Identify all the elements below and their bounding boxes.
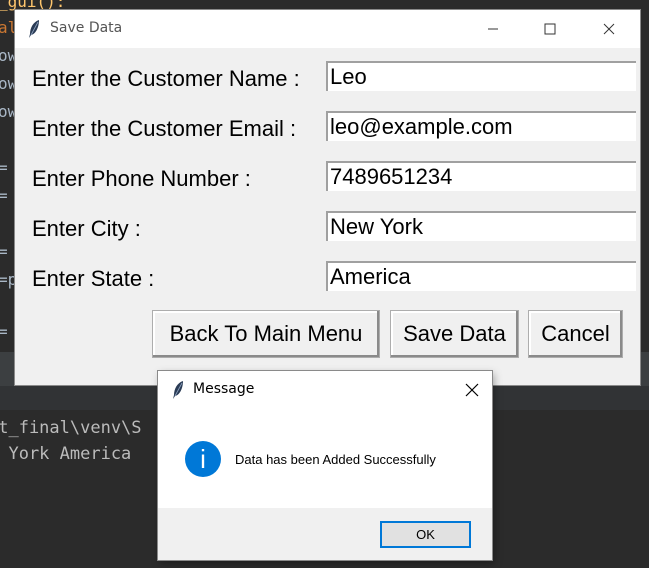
close-icon [603, 23, 615, 35]
maximize-button[interactable] [527, 10, 573, 48]
city-label: Enter City : [32, 216, 141, 241]
close-button[interactable] [586, 10, 632, 48]
code-line: = [0, 242, 8, 261]
close-icon [465, 383, 479, 397]
dialog-message: Data has been Added Successfully [235, 452, 436, 467]
dialog-close-button[interactable] [452, 371, 492, 409]
back-to-main-menu-button[interactable]: Back To Main Menu [152, 310, 380, 358]
save-data-button[interactable]: Save Data [390, 310, 519, 358]
code-line: = [0, 322, 8, 341]
code-line: = [0, 186, 8, 205]
code-line: = [0, 158, 8, 177]
customer-email-input[interactable] [326, 111, 636, 141]
customer-name-input[interactable] [326, 61, 636, 91]
state-input[interactable] [326, 261, 636, 291]
customer-email-label: Enter the Customer Email : [32, 116, 297, 141]
maximize-icon [544, 23, 556, 35]
window-titlebar[interactable]: Save Data [15, 10, 640, 48]
phone-number-input[interactable] [326, 161, 636, 191]
dialog-titlebar[interactable]: Message [158, 371, 492, 409]
ok-button[interactable]: OK [380, 521, 471, 548]
info-glyph: i [200, 444, 206, 474]
cancel-button[interactable]: Cancel [528, 310, 623, 358]
feather-icon [173, 381, 183, 399]
console-line: York America [0, 444, 132, 464]
phone-number-label: Enter Phone Number : [32, 166, 251, 191]
feather-icon [29, 20, 39, 38]
minimize-button[interactable] [470, 10, 516, 48]
state-label: Enter State : [32, 266, 155, 291]
window-title: Save Data [50, 20, 123, 36]
dialog-title: Message [193, 381, 255, 397]
city-input[interactable] [326, 211, 636, 241]
minimize-icon [488, 28, 498, 30]
save-data-window: Save Data Enter the Customer Name : Ente… [15, 10, 640, 385]
customer-name-label: Enter the Customer Name : [32, 66, 300, 91]
info-icon: i [185, 441, 221, 477]
message-dialog: Message i Data has been Added Successful… [158, 371, 492, 560]
dialog-body: i Data has been Added Successfully [158, 409, 492, 508]
